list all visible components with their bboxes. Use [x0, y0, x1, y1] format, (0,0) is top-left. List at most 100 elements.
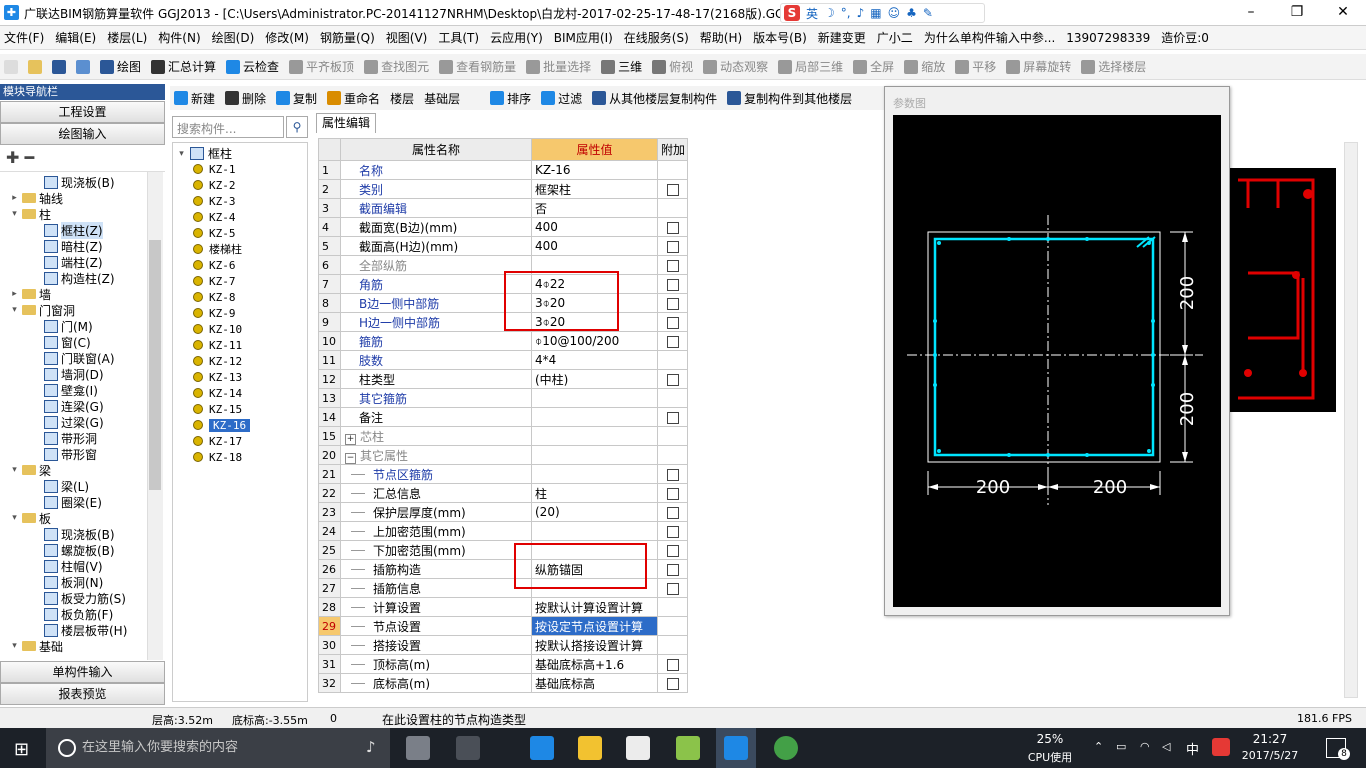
- store-icon[interactable]: [626, 736, 650, 760]
- property-value-cell[interactable]: 按设定节点设置计算: [531, 616, 658, 636]
- windows-start-icon[interactable]: ⊞: [14, 739, 29, 760]
- nav-tree-item[interactable]: 圈梁(E): [44, 494, 102, 510]
- file-explorer-icon[interactable]: [578, 736, 602, 760]
- component-item[interactable]: KZ-8: [193, 289, 236, 305]
- tab-property-edit[interactable]: 属性编辑: [316, 113, 376, 133]
- component-item[interactable]: KZ-12: [193, 353, 242, 369]
- extra-checkbox[interactable]: [666, 259, 679, 272]
- restore-button[interactable]: ❐: [1274, 0, 1320, 26]
- component-item[interactable]: KZ-7: [193, 273, 236, 289]
- volume-icon[interactable]: ◁: [1162, 740, 1170, 753]
- property-value-cell[interactable]: [531, 445, 658, 465]
- nav-tree-item[interactable]: ▾ 梁: [10, 462, 51, 478]
- extra-checkbox[interactable]: [666, 677, 679, 690]
- toolbar-btn-13[interactable]: 平移: [955, 58, 996, 75]
- menu-item-9[interactable]: 云应用(Y): [490, 29, 543, 46]
- nav-tree-item[interactable]: 板洞(N): [44, 574, 103, 590]
- menu-item-6[interactable]: 钢筋量(Q): [320, 29, 375, 46]
- keyboard-icon[interactable]: ▦: [870, 6, 881, 20]
- nav-tree-item[interactable]: 板负筋(F): [44, 606, 113, 622]
- nav-tree-item[interactable]: 过梁(G): [44, 414, 104, 430]
- component-item[interactable]: KZ-17: [193, 433, 242, 449]
- toolbar-btn-2[interactable]: 云检查: [226, 58, 279, 75]
- collapse-icon[interactable]: ▾: [10, 641, 19, 651]
- tree-expand-collapse[interactable]: ✚ ━: [0, 146, 165, 172]
- menu-item-4[interactable]: 绘图(D): [212, 29, 255, 46]
- toolbar-btn-6[interactable]: 批量选择: [526, 58, 591, 75]
- mic-icon[interactable]: ♪: [366, 738, 376, 756]
- open-folder-icon[interactable]: [28, 59, 42, 74]
- menu-item-14[interactable]: 新建变更: [818, 29, 866, 46]
- property-row[interactable]: 30 搭接设置 按默认搭接设置计算: [318, 635, 688, 655]
- menu-item-5[interactable]: 修改(M): [265, 29, 309, 46]
- search-icon[interactable]: ⚲: [286, 116, 308, 138]
- property-value-cell[interactable]: 按默认搭接设置计算: [531, 635, 658, 655]
- report-preview-button[interactable]: 报表预览: [0, 683, 165, 705]
- moon-icon[interactable]: ☽: [824, 6, 835, 20]
- nav-tree-item[interactable]: 螺旋板(B): [44, 542, 115, 558]
- app-swirl-icon[interactable]: [456, 736, 480, 760]
- property-row[interactable]: 4 截面宽(B边)(mm) 400: [318, 217, 688, 237]
- property-value-cell[interactable]: [531, 426, 658, 446]
- extra-checkbox[interactable]: [666, 221, 679, 234]
- property-value-cell[interactable]: 基础底标高+1.6: [531, 654, 658, 674]
- property-row[interactable]: 15 + 芯柱: [318, 426, 688, 446]
- expand-icon[interactable]: +: [345, 433, 356, 445]
- component-item[interactable]: KZ-11: [193, 337, 242, 353]
- property-row[interactable]: 8 B边一侧中部筋 3⌽20: [318, 293, 688, 313]
- toolbar-btn-0[interactable]: 绘图: [100, 58, 141, 75]
- property-row[interactable]: 29 节点设置 按设定节点设置计算: [318, 616, 688, 636]
- extra-checkbox[interactable]: [666, 335, 679, 348]
- nav-tree-item[interactable]: 柱帽(V): [44, 558, 103, 574]
- nav-tree-item[interactable]: 端柱(Z): [44, 254, 103, 270]
- shirt-icon[interactable]: ♣: [906, 6, 917, 20]
- component-item[interactable]: KZ-1: [193, 161, 236, 177]
- nav-tree-item[interactable]: 连梁(G): [44, 398, 104, 414]
- property-row[interactable]: 6 全部纵筋: [318, 255, 688, 275]
- extra-checkbox[interactable]: [666, 468, 679, 481]
- component-item[interactable]: 楼梯柱: [193, 241, 242, 257]
- property-row[interactable]: 7 角筋 4⌽22: [318, 274, 688, 294]
- property-row[interactable]: 12 柱类型 (中柱): [318, 369, 688, 389]
- nav-tree-item[interactable]: 板受力筋(S): [44, 590, 126, 606]
- toolbar-btn-9[interactable]: 动态观察: [703, 58, 768, 75]
- property-row[interactable]: 10 箍筋 ⌽10@100/200: [318, 331, 688, 351]
- network-icon[interactable]: ▭: [1116, 740, 1126, 753]
- new-file-icon[interactable]: [4, 59, 18, 74]
- nav-tree-item[interactable]: 窗(C): [44, 334, 91, 350]
- menu-item-2[interactable]: 楼层(L): [107, 29, 147, 46]
- component-toolbar-btn-3[interactable]: 重命名: [327, 90, 380, 107]
- collapse-icon[interactable]: ▾: [10, 465, 19, 475]
- component-item[interactable]: KZ-18: [193, 449, 242, 465]
- wrench-icon[interactable]: ✎: [923, 6, 933, 20]
- property-value-cell[interactable]: 按默认计算设置计算: [531, 597, 658, 617]
- nav-tree-item[interactable]: 带形洞: [44, 430, 97, 446]
- toolbar-btn-1[interactable]: 汇总计算: [151, 58, 216, 75]
- extra-checkbox[interactable]: [666, 487, 679, 500]
- property-value-cell[interactable]: ⌽10@100/200: [531, 331, 658, 351]
- close-button[interactable]: ✕: [1320, 0, 1366, 26]
- menu-item-0[interactable]: 文件(F): [4, 29, 44, 46]
- component-search-input[interactable]: 搜索构件...: [172, 116, 284, 138]
- extra-checkbox[interactable]: [666, 525, 679, 538]
- toolbar-btn-14[interactable]: 屏幕旋转: [1006, 58, 1071, 75]
- property-value-cell[interactable]: 400: [531, 236, 658, 256]
- toolbar-btn-15[interactable]: 选择楼层: [1081, 58, 1146, 75]
- component-toolbar-btn-9[interactable]: 复制构件到其他楼层: [727, 90, 852, 107]
- component-item[interactable]: KZ-16: [193, 417, 251, 433]
- property-row[interactable]: 31 顶标高(m) 基础底标高+1.6: [318, 654, 688, 674]
- taskbar-search-input[interactable]: 在这里输入你要搜索的内容: [46, 728, 390, 768]
- active-app-glodon[interactable]: [716, 728, 756, 768]
- cad-drawing-view[interactable]: [1228, 168, 1336, 412]
- clock-date[interactable]: 2017/5/27: [1240, 749, 1300, 762]
- property-value-cell[interactable]: (中柱): [531, 369, 658, 389]
- nav-tree-item[interactable]: 梁(L): [44, 478, 89, 494]
- nav-tree-item[interactable]: ▾ 柱: [10, 206, 51, 222]
- nav-tree-item[interactable]: 门联窗(A): [44, 350, 115, 366]
- component-item[interactable]: KZ-9: [193, 305, 236, 321]
- collapse-icon[interactable]: ▾: [177, 149, 186, 159]
- property-row[interactable]: 3 截面编辑 否: [318, 198, 688, 218]
- property-row[interactable]: 28 计算设置 按默认计算设置计算: [318, 597, 688, 617]
- toolbar-btn-12[interactable]: 缩放: [904, 58, 945, 75]
- property-row[interactable]: 5 截面高(H边)(mm) 400: [318, 236, 688, 256]
